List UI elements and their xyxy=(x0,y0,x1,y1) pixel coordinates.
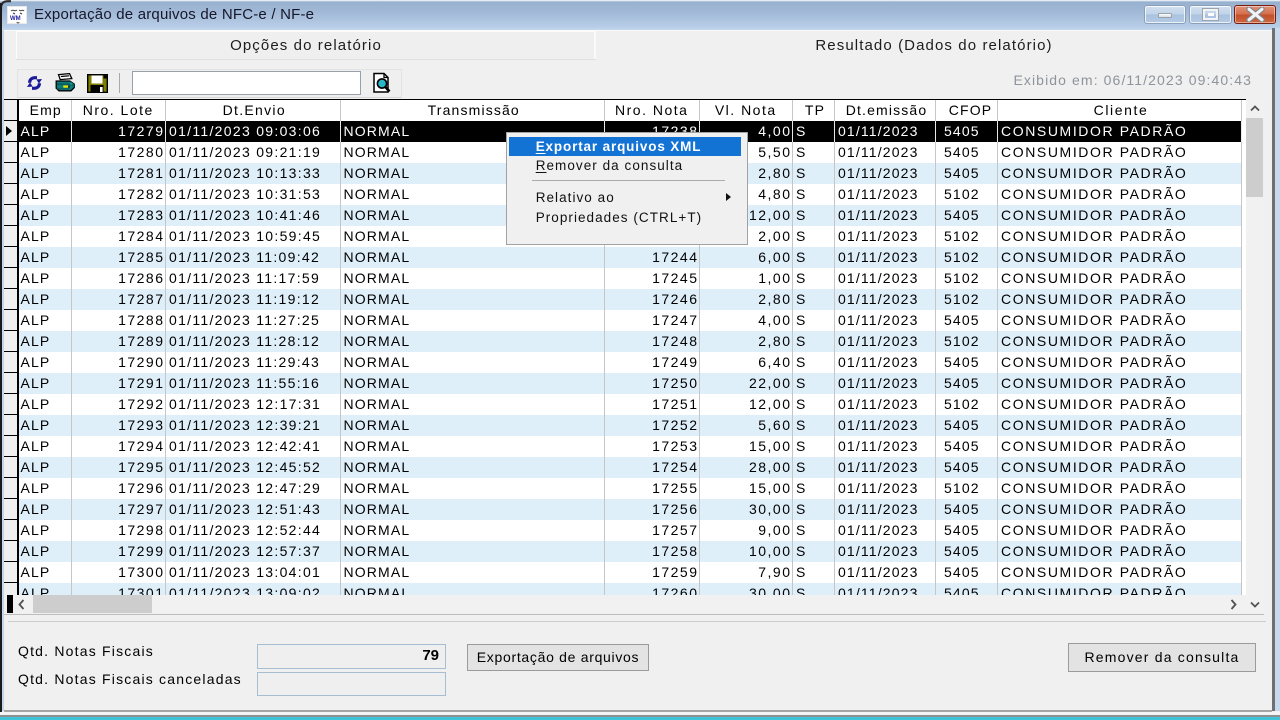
svg-text:WM: WM xyxy=(10,16,21,22)
